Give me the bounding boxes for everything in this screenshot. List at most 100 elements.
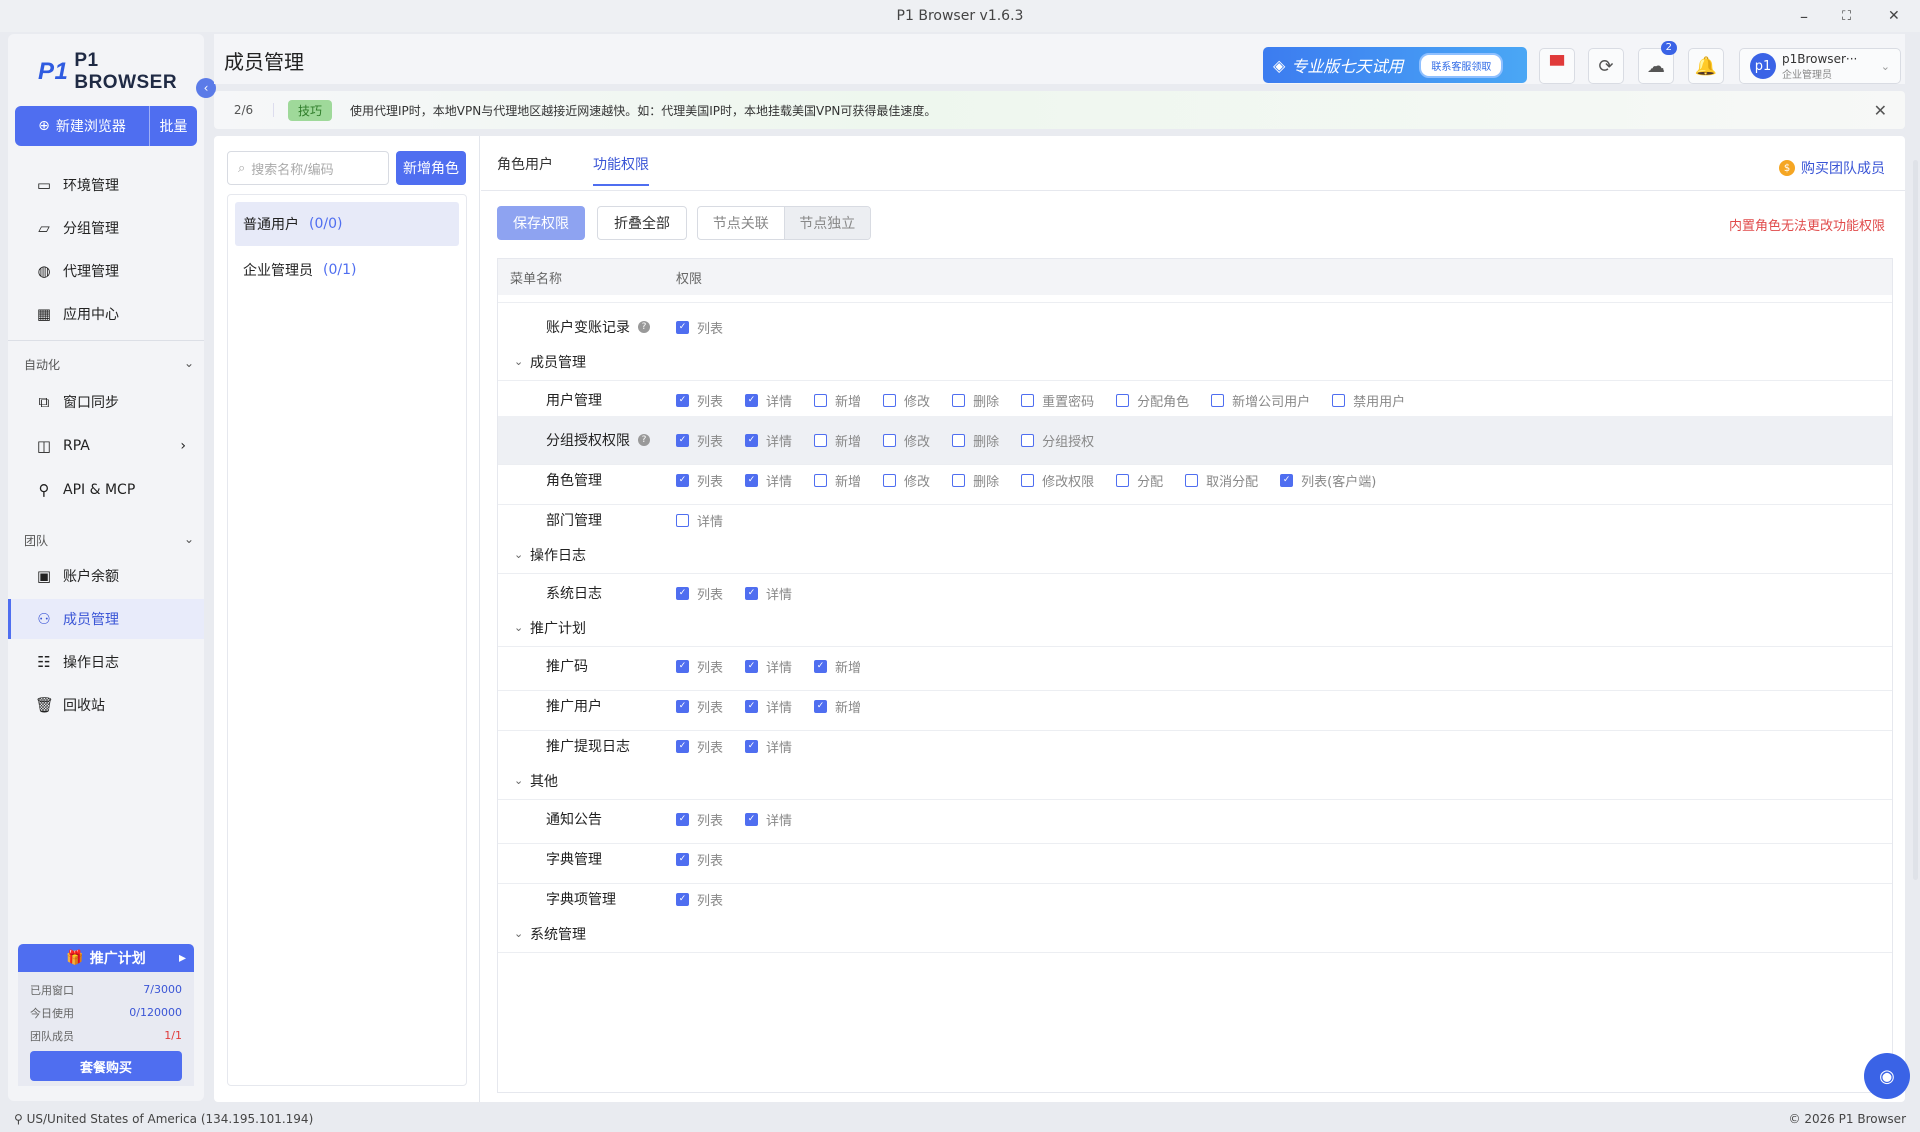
node-independent-option[interactable]: 节点独立 (783, 207, 870, 239)
checkbox-checked[interactable]: ✓ (676, 586, 689, 600)
permission-option[interactable]: 修改 (883, 471, 930, 490)
save-permissions-button[interactable]: 保存权限 (497, 206, 585, 240)
checkbox-unchecked[interactable] (1185, 473, 1199, 487)
permission-option[interactable]: 新增 (814, 391, 861, 410)
permission-option[interactable]: 新增 (814, 431, 861, 450)
checkbox-checked[interactable]: ✓ (676, 320, 689, 334)
checkbox-unchecked[interactable] (814, 433, 828, 447)
support-chat-button[interactable]: ◉ (1864, 1053, 1910, 1099)
checkbox-checked[interactable]: ✓ (814, 659, 828, 673)
permission-option[interactable]: 删除 (952, 431, 999, 450)
checkbox-unchecked[interactable] (952, 433, 966, 447)
permission-option[interactable]: ✓ 详情 (745, 391, 792, 410)
permission-option[interactable]: ✓ 列表 (676, 584, 723, 603)
buy-package-button[interactable]: 套餐购买 (30, 1051, 182, 1081)
checkbox-checked[interactable]: ✓ (745, 433, 759, 447)
group-team[interactable]: 团队 ⌄ (24, 532, 194, 549)
sidebar-collapse-button[interactable]: ‹ (196, 78, 216, 98)
sidebar-item-items_main-1[interactable]: ▱ 分组管理 (8, 208, 204, 248)
checkbox-checked[interactable]: ✓ (745, 393, 759, 407)
chevron-down-icon[interactable]: ⌄ (514, 355, 526, 368)
chevron-down-icon[interactable]: ⌄ (514, 621, 526, 634)
checkbox-unchecked[interactable] (1211, 393, 1225, 407)
checkbox-checked[interactable]: ✓ (745, 473, 759, 487)
checkbox-unchecked[interactable] (1021, 473, 1035, 487)
tab-role-users[interactable]: 角色用户 (497, 144, 553, 186)
checkbox-unchecked[interactable] (952, 473, 966, 487)
checkbox-checked[interactable]: ✓ (814, 699, 828, 713)
permission-option[interactable]: 修改 (883, 391, 930, 410)
chevron-down-icon[interactable]: ⌄ (514, 774, 526, 787)
checkbox-unchecked[interactable] (883, 393, 897, 407)
permission-option[interactable]: ✓ 列表 (676, 318, 723, 337)
permission-option[interactable]: ✓ 列表 (676, 657, 723, 676)
contact-support-pill[interactable]: 联系客服领取 (1419, 52, 1504, 78)
permission-option[interactable]: ✓ 新增 (814, 657, 861, 676)
checkbox-checked[interactable]: ✓ (745, 739, 759, 753)
permission-option[interactable]: ✓ 列表 (676, 431, 723, 450)
checkbox-checked[interactable]: ✓ (676, 699, 689, 713)
permission-option[interactable]: 分组授权 (1021, 431, 1094, 450)
batch-button[interactable]: 批量 (149, 106, 197, 146)
permission-option[interactable]: ✓ 详情 (745, 471, 792, 490)
permission-option[interactable]: ✓ 详情 (745, 431, 792, 450)
sidebar-item-items_main-0[interactable]: ▭ 环境管理 (8, 165, 204, 205)
permission-option[interactable]: 禁用用户 (1332, 391, 1405, 410)
checkbox-checked[interactable]: ✓ (676, 659, 689, 673)
checkbox-checked[interactable]: ✓ (676, 393, 689, 407)
promo-plan-button[interactable]: 🎁 推广计划 ▸ (18, 944, 194, 972)
scrollbar[interactable] (1913, 160, 1918, 880)
role-search-input[interactable]: ⌕ 搜索名称/编码 (227, 151, 389, 185)
close-window-button[interactable]: ✕ (1888, 0, 1900, 32)
permission-option[interactable]: 删除 (952, 391, 999, 410)
role-item-enterprise-admin[interactable]: 企业管理员 (0/1) (235, 248, 459, 292)
chevron-down-icon[interactable]: ⌄ (514, 548, 526, 561)
permission-option[interactable]: ✓ 列表 (676, 471, 723, 490)
sidebar-item-items_auto-1[interactable]: ◫ RPA › (8, 426, 204, 466)
permission-option[interactable]: ✓ 列表 (676, 890, 723, 909)
sidebar-item-items_team-0[interactable]: ▣ 账户余额 (8, 556, 204, 596)
user-menu[interactable]: p1 p1Browser··· 企业管理员 ⌄ (1739, 48, 1901, 84)
permission-option[interactable]: ✓ 详情 (745, 697, 792, 716)
tab-function-permissions[interactable]: 功能权限 (593, 144, 649, 186)
checkbox-unchecked[interactable] (814, 393, 828, 407)
group-automation[interactable]: 自动化 ⌄ (24, 356, 194, 373)
checkbox-checked[interactable]: ✓ (745, 586, 759, 600)
close-tip-icon[interactable]: ✕ (1874, 101, 1887, 120)
gift-box-button[interactable]: ▀ (1539, 48, 1575, 84)
permission-option[interactable]: 删除 (952, 471, 999, 490)
new-browser-button[interactable]: ⊕ 新建浏览器 (15, 106, 149, 146)
checkbox-unchecked[interactable] (883, 473, 897, 487)
help-icon[interactable]: ? (638, 434, 650, 446)
permission-option[interactable]: 详情 (676, 511, 723, 530)
new-role-button[interactable]: 新增角色 (396, 151, 466, 185)
tip-counter[interactable]: 2/6 (214, 103, 274, 117)
permission-option[interactable]: ✓ 列表 (676, 810, 723, 829)
notifications-button[interactable]: 🔔 (1688, 48, 1724, 84)
chevron-down-icon[interactable]: ⌄ (514, 927, 526, 940)
checkbox-checked[interactable]: ✓ (676, 433, 689, 447)
checkbox-checked[interactable]: ✓ (676, 852, 689, 866)
permission-option[interactable]: ✓ 列表 (676, 850, 723, 869)
checkbox-unchecked[interactable] (1116, 473, 1130, 487)
role-item-normal-user[interactable]: 普通用户 (0/0) (235, 202, 459, 246)
permission-option[interactable]: 修改权限 (1021, 471, 1094, 490)
sidebar-item-items_team-1[interactable]: ⚇ 成员管理 (8, 599, 204, 639)
checkbox-checked[interactable]: ✓ (676, 739, 689, 753)
checkbox-unchecked[interactable] (1021, 433, 1035, 447)
minimize-button[interactable]: – (1800, 0, 1808, 32)
permission-option[interactable]: 修改 (883, 431, 930, 450)
trial-banner[interactable]: ◈ 专业版七天试用 联系客服领取 (1263, 47, 1527, 83)
checkbox-unchecked[interactable] (1021, 393, 1035, 407)
permission-option[interactable]: ✓ 详情 (745, 657, 792, 676)
sidebar-item-items_auto-2[interactable]: ⚲ API & MCP (8, 470, 204, 510)
checkbox-unchecked[interactable] (952, 393, 966, 407)
sidebar-item-items_main-2[interactable]: ◍ 代理管理 (8, 251, 204, 291)
buy-team-member-link[interactable]: $ 购买团队成员 (1779, 158, 1885, 178)
permission-option[interactable]: ✓ 列表 (676, 697, 723, 716)
help-icon[interactable]: ? (638, 321, 650, 333)
permission-option[interactable]: ✓ 列表 (676, 391, 723, 410)
checkbox-checked[interactable]: ✓ (745, 699, 759, 713)
checkbox-checked[interactable]: ✓ (676, 473, 689, 487)
maximize-button[interactable]: ⛶ (1842, 0, 1851, 32)
